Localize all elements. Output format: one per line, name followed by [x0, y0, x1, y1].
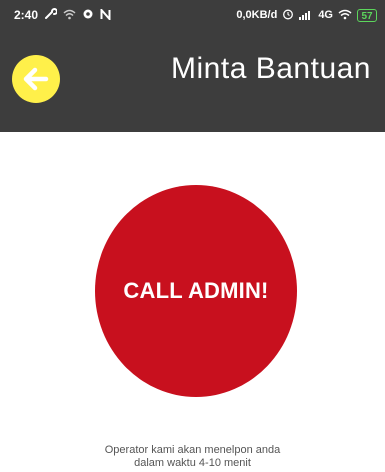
app-bar: Minta Bantuan [0, 30, 385, 132]
back-button[interactable] [12, 55, 60, 103]
call-admin-button[interactable]: CALL ADMIN! [95, 185, 297, 397]
info-line-2: dalam waktu 4-10 menit [134, 457, 251, 469]
page-title: Minta Bantuan [171, 52, 371, 85]
screen: 2:40 0,0KB/d 4G 57 Minta Bantuan CALL AD… [0, 0, 385, 472]
signal-icon [299, 9, 313, 22]
arrow-left-icon [23, 67, 49, 91]
status-bar-left: 2:40 [14, 6, 111, 22]
wrench-icon [44, 8, 58, 22]
call-admin-label: CALL ADMIN! [123, 278, 269, 303]
network-type: 4G [318, 9, 333, 21]
n-icon [100, 6, 111, 22]
wifi-icon [338, 9, 352, 22]
alarm-icon [282, 8, 294, 22]
wifi-icon [63, 9, 76, 22]
network-speed: 0,0KB/d [236, 9, 278, 21]
status-bar: 2:40 0,0KB/d 4G 57 [0, 0, 385, 30]
battery-icon: 57 [357, 8, 377, 22]
status-bar-right: 0,0KB/d 4G 57 [236, 8, 377, 22]
location-icon [82, 8, 94, 22]
info-message: Operator kami akan menelpon anda dalam w… [0, 444, 385, 470]
info-line-1: Operator kami akan menelpon anda [104, 444, 281, 456]
status-time: 2:40 [14, 8, 39, 22]
